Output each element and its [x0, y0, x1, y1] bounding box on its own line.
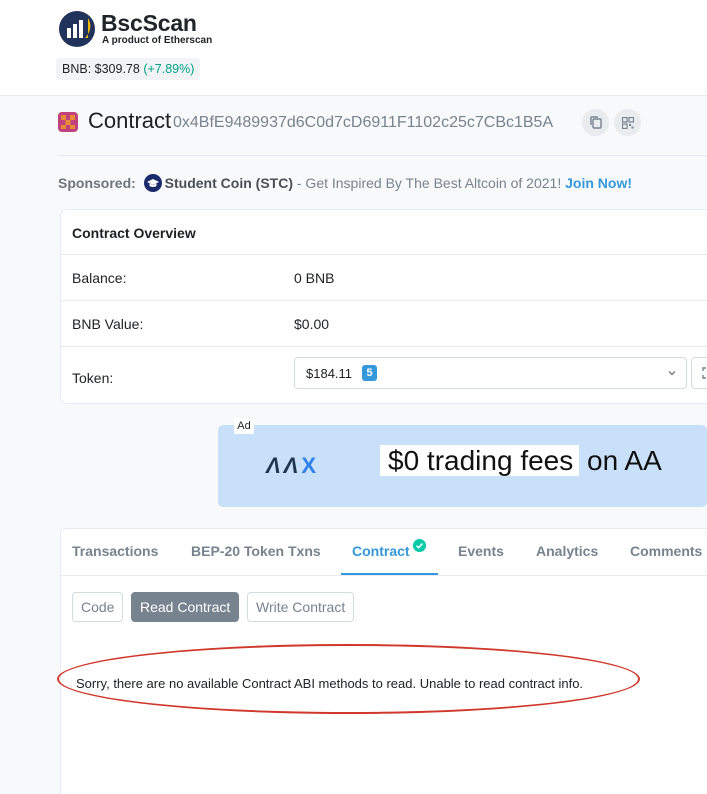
ad-label: Ad	[234, 418, 254, 434]
tab-bar: Transactions BEP-20 Token Txns Contract …	[61, 529, 707, 576]
copy-address-button[interactable]	[582, 109, 609, 136]
write-contract-button[interactable]: Write Contract	[247, 592, 355, 622]
contract-title-row: Contract 0x4BfE9489937d6C0d7cD6911F1102c…	[58, 108, 707, 148]
expand-icon	[702, 367, 706, 379]
sponsored-coin-link[interactable]: Student Coin (STC)	[165, 175, 293, 191]
contract-address: 0x4BfE9489937d6C0d7cD6911F1102c25c7CBc1B…	[173, 114, 554, 131]
active-tab-indicator	[341, 573, 438, 575]
token-expand-button[interactable]	[691, 357, 707, 389]
code-button[interactable]: Code	[72, 592, 124, 622]
sponsored-banner: Sponsored: Student Coin (STC) - Get Insp…	[58, 174, 632, 192]
page-title: Contract	[88, 108, 172, 133]
tab-contract[interactable]: Contract	[352, 543, 410, 559]
verified-check-icon	[413, 539, 426, 552]
bnb-price: BNB: $309.78	[62, 62, 140, 76]
sponsored-join-link[interactable]: Join Now!	[565, 175, 632, 191]
sponsored-label: Sponsored:	[58, 175, 136, 191]
qr-code-icon	[621, 116, 634, 129]
qr-code-button[interactable]	[614, 109, 641, 136]
ad-headline: $0 trading fees on AA	[380, 445, 662, 477]
tab-bep20-token-txns[interactable]: BEP-20 Token Txns	[191, 543, 321, 559]
balance-row: Balance: 0 BNB	[61, 255, 707, 301]
bnb-value-label: BNB Value:	[72, 316, 144, 332]
read-contract-button[interactable]: Read Contract	[131, 592, 240, 622]
aax-ad-banner[interactable]: ΛΛX $0 trading fees on AA	[218, 425, 707, 507]
ad-headline-highlight: $0 trading fees	[380, 445, 580, 476]
contract-overview-title: Contract Overview	[61, 210, 707, 255]
aax-logo-x: X	[301, 453, 320, 478]
token-holdings-value: $184.11	[306, 366, 353, 381]
balance-label: Balance:	[72, 270, 127, 286]
bscscan-logo-icon[interactable]	[58, 10, 96, 48]
bnb-value-value: $0.00	[294, 316, 330, 332]
balance-value: 0 BNB	[294, 270, 335, 286]
contract-identicon-icon	[58, 112, 78, 132]
token-label: Token:	[72, 370, 114, 386]
token-count-badge: 5	[362, 365, 377, 381]
brand-name[interactable]: BscScan	[101, 10, 197, 37]
chevron-down-icon	[668, 370, 676, 376]
bnb-price-badge: BNB: $309.78 (+7.89%)	[56, 58, 201, 80]
tab-events[interactable]: Events	[458, 543, 504, 559]
sponsored-text: - Get Inspired By The Best Altcoin of 20…	[292, 175, 566, 191]
tab-analytics[interactable]: Analytics	[536, 543, 598, 559]
bnb-value-row: BNB Value: $0.00	[61, 301, 707, 347]
tab-comments[interactable]: Comments	[630, 543, 702, 559]
aax-logo: ΛΛX	[266, 453, 319, 479]
brand-tagline: A product of Etherscan	[102, 35, 213, 46]
title-divider	[58, 155, 707, 156]
token-holdings-dropdown[interactable]: $184.11 5	[294, 357, 687, 389]
tab-transactions[interactable]: Transactions	[72, 543, 158, 559]
token-row: Token: $184.11 5	[61, 347, 707, 405]
graduation-cap-icon	[143, 174, 162, 192]
highlight-ellipse	[57, 644, 640, 714]
aax-logo-a: ΛΛ	[266, 453, 302, 478]
site-header: BscScan A product of Etherscan BNB: $309…	[0, 0, 707, 96]
copy-icon	[589, 116, 602, 129]
ad-headline-rest: on AA	[579, 445, 662, 476]
contract-overview-card: Contract Overview Balance: 0 BNB BNB Val…	[60, 209, 707, 404]
bnb-price-change: (+7.89%)	[143, 62, 195, 76]
